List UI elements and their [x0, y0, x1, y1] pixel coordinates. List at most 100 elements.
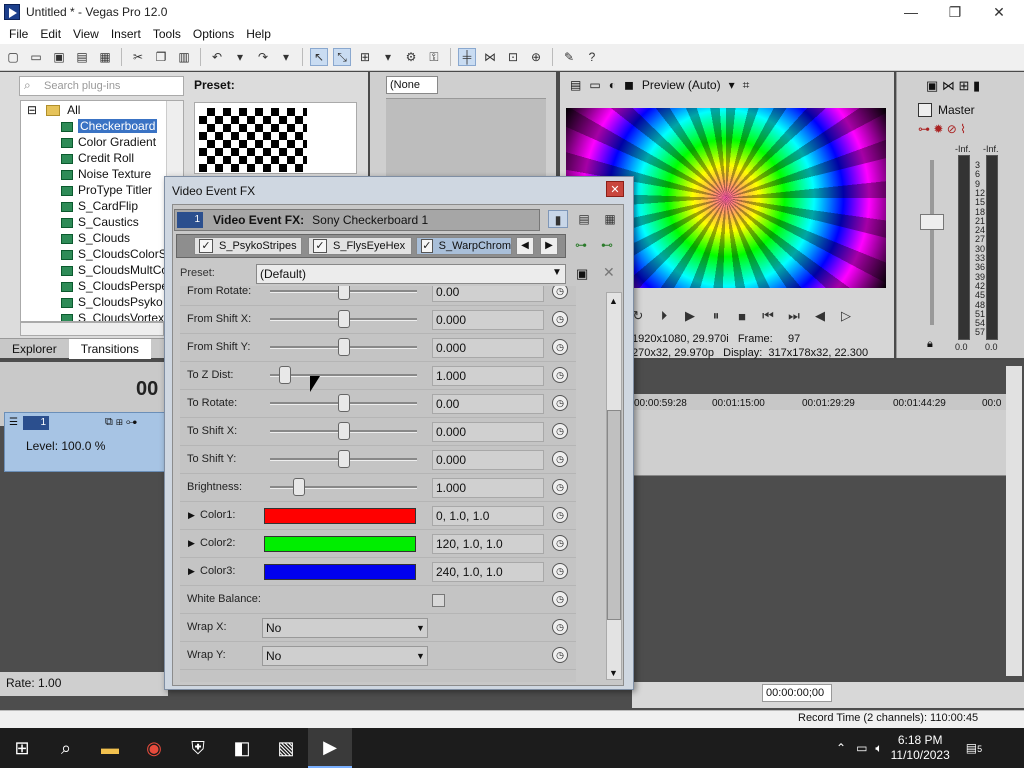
video-track-lane[interactable] — [630, 410, 1010, 476]
start-button[interactable]: ⊞ — [0, 728, 44, 768]
auto-crossfade-icon[interactable]: ⋈ — [481, 48, 499, 66]
collapse-icon[interactable]: ⊟ — [27, 103, 37, 117]
ignore-grouping-icon[interactable]: ⊡ — [504, 48, 522, 66]
plugin-item[interactable]: S_CloudsMultCol — [61, 262, 171, 278]
keyframe-animate-icon[interactable]: ◷ — [552, 619, 568, 635]
rewind-icon[interactable]: ◀ — [812, 308, 828, 324]
keyframe-animate-icon[interactable]: ◷ — [552, 647, 568, 663]
keyframe-animate-icon[interactable]: ◷ — [552, 591, 568, 607]
keyframe-animate-icon[interactable]: ◷ — [552, 339, 568, 355]
lock-icon[interactable]: 🔒︎ — [927, 338, 933, 351]
properties-icon[interactable]: ▦ — [96, 48, 114, 66]
cut-icon[interactable]: ✂ — [129, 48, 147, 66]
param-value-field[interactable]: 0, 1.0, 1.0 — [432, 506, 544, 526]
chain-scroll-left-icon[interactable]: ◀ — [516, 237, 534, 255]
color-swatch[interactable] — [264, 564, 416, 580]
tool-dropdown-icon[interactable]: ▾ — [379, 48, 397, 66]
fast-forward-icon[interactable]: ▷ — [838, 308, 854, 324]
tree-root-all[interactable]: ⊟ All — [27, 102, 80, 118]
security-icon[interactable]: ⛨ — [176, 728, 220, 768]
external-monitor-icon[interactable]: ▭ — [589, 78, 600, 92]
plugin-item[interactable]: S_Caustics — [61, 214, 139, 230]
plugin-tree-hscrollbar[interactable] — [20, 322, 164, 336]
chain-remove-icon[interactable]: ⊷ — [601, 238, 613, 252]
paste-icon[interactable]: ▥ — [175, 48, 193, 66]
fx-enable-checkbox[interactable]: ✓ — [199, 239, 213, 253]
keyframe-animate-icon[interactable]: ◷ — [552, 286, 568, 299]
expand-arrow-icon[interactable]: ▶ — [188, 510, 195, 521]
plugin-item[interactable]: S_CardFlip — [61, 198, 138, 214]
preset-dropdown[interactable]: (Default) — [256, 264, 566, 284]
fx-enable-checkbox[interactable]: ✓ — [313, 239, 327, 253]
keyframe-animate-icon[interactable]: ◷ — [552, 563, 568, 579]
plugin-item[interactable]: Noise Texture — [61, 166, 151, 182]
search-icon[interactable]: ⌕ — [44, 728, 88, 768]
maximize-button[interactable]: ❐ — [932, 0, 978, 24]
dropdown-arrow-icon[interactable]: ▼ — [416, 651, 425, 661]
save-preset-icon[interactable]: ▣ — [576, 266, 588, 282]
scroll-up-icon[interactable]: ▲ — [609, 296, 618, 306]
grid-icon[interactable]: ⌗ — [743, 78, 750, 93]
tray-chevron-icon[interactable]: ⌃ — [836, 741, 846, 755]
expand-arrow-icon[interactable]: ▶ — [188, 538, 195, 549]
keyframe-animate-icon[interactable]: ◷ — [552, 535, 568, 551]
scroll-down-icon[interactable]: ▼ — [609, 668, 618, 678]
plugin-item[interactable]: ProType Titler — [61, 182, 152, 198]
parameters-scroll-thumb[interactable] — [607, 410, 621, 620]
keyframe-animate-icon[interactable]: ◷ — [552, 451, 568, 467]
chain-scroll-right-icon[interactable]: ▶ — [540, 237, 558, 255]
plugin-item[interactable]: S_Clouds — [61, 230, 130, 246]
whats-this-help-icon[interactable]: ? — [583, 48, 601, 66]
plugin-tree[interactable]: ⊟ All Checkerboard Color Gradient Credit… — [20, 100, 184, 322]
master-fx-icon[interactable]: ⊶ ✹ ⊘ ⌇ — [918, 122, 966, 136]
split-screen-icon[interactable]: ◐ — [609, 78, 616, 92]
plugin-item[interactable]: S_CloudsPsyko — [61, 294, 163, 310]
preview-quality-dropdown[interactable]: Preview (Auto) — [642, 78, 721, 92]
tab-explorer[interactable]: Explorer — [0, 339, 69, 359]
param-slider-thumb[interactable] — [338, 422, 350, 440]
redo-dropdown-icon[interactable]: ▾ — [277, 48, 295, 66]
menu-insert[interactable]: Insert — [105, 24, 147, 44]
copy-icon[interactable]: ❐ — [152, 48, 170, 66]
color-swatch[interactable] — [264, 536, 416, 552]
plugin-item[interactable]: Checkerboard — [61, 118, 158, 134]
param-value-field[interactable]: 0.000 — [432, 338, 544, 358]
checkerboard-preset-thumbnail[interactable] — [199, 108, 307, 172]
vegas-taskbar-icon[interactable]: ▶ — [308, 728, 352, 768]
close-button[interactable]: ✕ — [976, 0, 1022, 24]
overlay-icon[interactable]: ◼ — [624, 78, 634, 92]
param-value-field[interactable]: 0.00 — [432, 394, 544, 414]
tab-transitions[interactable]: Transitions — [68, 338, 151, 359]
cursor-position-field[interactable]: 00:00:00;00 — [762, 684, 832, 702]
file-explorer-icon[interactable]: ▬ — [88, 728, 132, 768]
param-value-field[interactable]: 1.000 — [432, 478, 544, 498]
param-value-field[interactable]: 240, 1.0, 1.0 — [432, 562, 544, 582]
selection-tool-icon[interactable]: ⊞ — [356, 48, 374, 66]
master-fader-track[interactable] — [930, 160, 934, 325]
chrome-icon[interactable]: ◉ — [132, 728, 176, 768]
param-value-field[interactable]: 0.000 — [432, 310, 544, 330]
param-slider-thumb[interactable] — [338, 338, 350, 356]
next-frame-icon[interactable]: ⏭ — [786, 308, 802, 324]
timeline-vertical-scrollbar[interactable] — [1006, 366, 1022, 676]
plugin-item[interactable]: S_CloudsPerspe — [61, 278, 168, 294]
keyframe-animate-icon[interactable]: ◷ — [552, 395, 568, 411]
view-grid-icon[interactable]: ▦ — [600, 210, 620, 228]
param-slider-track[interactable] — [270, 374, 417, 377]
network-icon[interactable]: ▭ — [856, 741, 867, 755]
davinci-icon[interactable]: ◧ — [220, 728, 264, 768]
snapping-icon[interactable]: ╪ — [458, 48, 476, 66]
volume-icon[interactable]: 🔈︎ — [875, 741, 882, 756]
chain-fx-flyseyehex[interactable]: ✓ S_FlysEyeHex — [308, 237, 412, 255]
menu-edit[interactable]: Edit — [34, 24, 67, 44]
param-dropdown[interactable]: No — [262, 618, 428, 638]
pause-icon[interactable]: ⏸ — [708, 308, 724, 324]
keyframe-animate-icon[interactable]: ◷ — [552, 423, 568, 439]
track-menu-icon[interactable]: ☰ — [9, 417, 18, 428]
param-slider-thumb[interactable] — [338, 450, 350, 468]
brush-icon[interactable]: ✎ — [560, 48, 578, 66]
open-folder-icon[interactable]: ▭ — [27, 48, 45, 66]
fx-package-dropdown[interactable]: (None — [386, 76, 438, 94]
taskbar-clock[interactable]: 6:18 PM 11/10/2023 — [891, 733, 950, 763]
param-value-field[interactable]: 0.000 — [432, 450, 544, 470]
